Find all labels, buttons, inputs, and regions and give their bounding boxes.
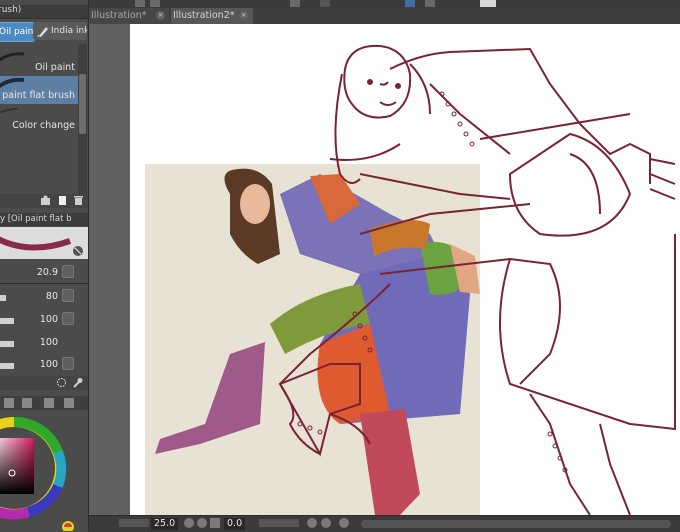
reference-photo — [145, 164, 480, 515]
slider-fill[interactable] — [0, 318, 14, 324]
slider-fill[interactable] — [0, 295, 6, 301]
brush-group-tabs: Oil paint India ink — [0, 22, 88, 42]
color-tab-icon[interactable] — [44, 398, 54, 408]
toolbar-icon[interactable] — [135, 0, 145, 7]
pressure-toggle-button[interactable] — [62, 265, 74, 278]
toolbar-icon[interactable] — [150, 0, 160, 7]
pen-icon — [37, 27, 48, 37]
canvas-page[interactable] — [130, 24, 680, 515]
artwork[interactable] — [130, 24, 680, 515]
tab-illustration2[interactable]: Illustration2* × — [171, 8, 253, 24]
zoom-value[interactable]: 25.0 — [151, 518, 179, 530]
zoom-in-icon[interactable] — [197, 518, 207, 528]
zoom-slider[interactable] — [119, 519, 149, 527]
status-bar: 25.0 0.0 — [89, 515, 680, 532]
sub-tool-actions — [0, 194, 88, 208]
brush-preview — [0, 227, 88, 259]
tab-illustration2-label: Illustration2* — [173, 10, 235, 21]
brush-item-oil-paint-flat-brush[interactable]: Oil paint flat brush — [0, 76, 78, 104]
sub-tool-header: rush) — [0, 5, 88, 19]
tab-oil-paint-label: Oil paint — [0, 27, 35, 37]
slider-fill[interactable] — [0, 363, 14, 369]
settings-icon[interactable] — [56, 377, 67, 388]
settings-icon[interactable] — [40, 195, 51, 206]
toolbar-icon[interactable] — [405, 0, 415, 7]
brush-item-label: Color change — [12, 120, 75, 131]
zoom-out-icon[interactable] — [184, 518, 194, 528]
close-icon[interactable]: × — [156, 11, 165, 20]
property-row-4[interactable]: 100 — [0, 333, 88, 353]
new-page-icon[interactable] — [57, 195, 68, 206]
rotate-left-icon[interactable] — [307, 518, 317, 528]
fit-icon[interactable] — [210, 518, 220, 528]
rotation-value[interactable]: 0.0 — [224, 518, 246, 530]
left-panel: rush) Oil paint India ink Oil paint Oil … — [0, 0, 89, 531]
brush-item-label: Oil paint — [34, 62, 75, 73]
tab-india-ink[interactable]: India ink — [33, 22, 87, 40]
wrench-icon[interactable] — [72, 377, 83, 388]
toolbar-icon[interactable] — [425, 0, 435, 7]
color-panel-tabs — [0, 396, 88, 410]
property-value[interactable]: 100 — [40, 337, 58, 348]
tool-property-title: y [Oil paint flat b — [0, 214, 72, 224]
pressure-toggle-button[interactable] — [62, 312, 74, 325]
brush-item-label: Oil paint flat brush — [0, 90, 75, 101]
sub-tool-header-label: rush) — [0, 5, 22, 15]
property-value[interactable]: 100 — [40, 314, 58, 325]
tab-illustration-label: Illustration* — [91, 10, 147, 21]
property-row-brush-size[interactable]: 20.9 — [0, 263, 88, 283]
brush-item-oil-paint[interactable]: Oil paint — [0, 48, 78, 76]
tool-property-header: y [Oil paint flat b — [0, 213, 88, 226]
property-row-5[interactable]: 100 — [0, 355, 88, 375]
color-wheel-panel[interactable] — [0, 410, 88, 531]
property-value[interactable]: 100 — [40, 359, 58, 370]
color-tab-icon[interactable] — [22, 398, 32, 408]
document-tabs: Illustration* × Illustration2* × — [89, 8, 680, 24]
tab-oil-paint[interactable]: Oil paint — [0, 22, 35, 42]
brush-size-value[interactable]: 20.9 — [37, 267, 58, 278]
property-value[interactable]: 80 — [46, 291, 58, 302]
slider-fill[interactable] — [0, 341, 14, 347]
pressure-toggle-button[interactable] — [62, 357, 74, 370]
tab-illustration[interactable]: Illustration* × — [89, 8, 169, 24]
property-row-2[interactable]: 80 — [0, 287, 88, 307]
color-tab-icon[interactable] — [4, 398, 14, 408]
brush-list-scrollbar[interactable] — [78, 44, 87, 194]
rotate-right-icon[interactable] — [321, 518, 331, 528]
toolbar-icon[interactable] — [290, 0, 300, 7]
tool-property-actions — [0, 376, 88, 390]
canvas-area[interactable] — [89, 24, 680, 515]
color-tab-icon[interactable] — [64, 398, 74, 408]
brush-item-color-change[interactable]: Color change — [0, 106, 78, 134]
tab-india-ink-label: India ink — [51, 26, 87, 36]
rotation-slider[interactable] — [259, 519, 299, 527]
brush-preview-stroke — [0, 236, 83, 256]
pressure-toggle-button[interactable] — [62, 289, 74, 302]
brush-stroke-preview — [0, 52, 24, 62]
toolbar-icon[interactable] — [320, 0, 330, 7]
horizontal-scrollbar[interactable] — [361, 520, 671, 528]
property-row-3[interactable]: 100 — [0, 310, 88, 330]
reset-icon[interactable] — [339, 518, 349, 528]
close-icon[interactable]: × — [239, 11, 248, 20]
trash-icon[interactable] — [73, 195, 84, 206]
scroll-thumb[interactable] — [79, 74, 86, 134]
color-wheel[interactable] — [0, 410, 88, 531]
toolbar-icon[interactable] — [480, 0, 496, 7]
